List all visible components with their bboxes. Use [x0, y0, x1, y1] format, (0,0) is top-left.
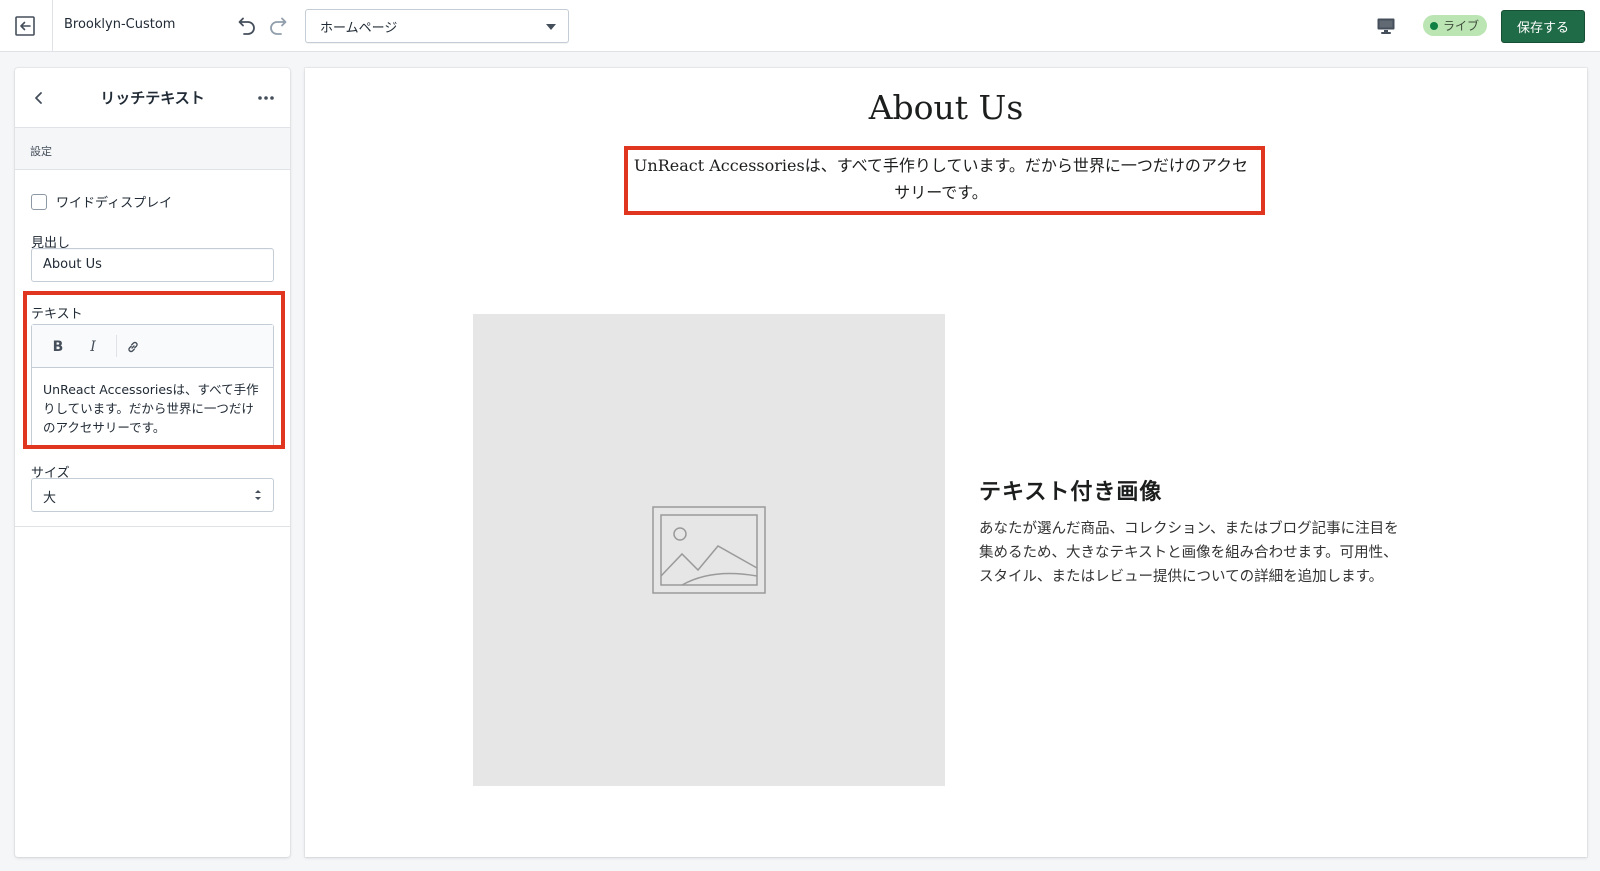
wide-display-label: ワイドディスプレイ [56, 196, 173, 211]
device-toggle-button[interactable] [1374, 14, 1398, 38]
more-actions-button[interactable] [254, 86, 278, 110]
settings-section-label: 設定 [15, 128, 290, 170]
bold-button[interactable]: B [46, 335, 70, 359]
undo-icon [238, 17, 255, 35]
image-with-text-title[interactable]: テキスト付き画像 [979, 474, 1162, 506]
redo-icon [270, 17, 287, 35]
chevron-down-icon [546, 24, 556, 30]
link-button[interactable] [121, 335, 145, 359]
page-select[interactable]: ホームページ [305, 9, 569, 43]
save-button[interactable]: 保存する [1501, 10, 1585, 43]
storefront-preview: About Us UnReact Accessoriesは、すべて手作りしていま… [305, 68, 1587, 857]
undo-button[interactable] [233, 13, 259, 39]
image-with-text-body[interactable]: あなたが選んだ商品、コレクション、またはブログ記事に注目を集めるため、大きなテキ… [979, 517, 1409, 589]
settings-form: ワイドディスプレイ 見出し About Us テキスト B I UnReact … [15, 170, 290, 530]
desktop-icon [1377, 18, 1395, 34]
page-select-value: ホームページ [320, 21, 398, 36]
select-arrows-icon [255, 490, 261, 500]
heading-input[interactable]: About Us [31, 248, 274, 282]
toolbar-divider [116, 335, 117, 357]
theme-name: Brooklyn-Custom [64, 17, 176, 32]
top-bar: Brooklyn-Custom ホームページ ライブ 保存する [0, 0, 1600, 52]
text-editor-content[interactable]: UnReact Accessoriesは、すべて手作りしています。だから世界に一… [32, 368, 273, 449]
rich-text-heading[interactable]: About Us [305, 88, 1587, 127]
redo-button[interactable] [266, 13, 292, 39]
link-icon [128, 341, 138, 353]
panel-title: リッチテキスト [100, 89, 205, 107]
more-horizontal-icon [258, 96, 274, 100]
live-dot-icon [1430, 21, 1438, 30]
image-placeholder[interactable] [473, 314, 945, 786]
wide-display-checkbox[interactable] [31, 193, 47, 210]
italic-button[interactable]: I [81, 335, 105, 359]
wide-display-checkbox-row[interactable]: ワイドディスプレイ [31, 192, 172, 211]
image-placeholder-icon [652, 506, 766, 594]
text-label: テキスト [31, 307, 83, 322]
text-editor: B I UnReact Accessoriesは、すべて手作りしています。だから… [31, 324, 274, 448]
exit-icon [15, 16, 35, 36]
live-status-badge: ライブ [1423, 15, 1488, 36]
size-select-value: 大 [43, 491, 57, 506]
rich-text-body[interactable]: UnReact Accessoriesは、すべて手作りしています。だから世界に一… [627, 152, 1255, 206]
text-editor-toolbar: B I [32, 325, 273, 368]
live-label: ライブ [1443, 19, 1480, 33]
panel-divider [15, 526, 290, 527]
exit-button[interactable] [0, 0, 53, 52]
panel-header: リッチテキスト [15, 68, 290, 128]
section-settings-panel: リッチテキスト 設定 ワイドディスプレイ 見出し About Us テキスト B… [15, 68, 290, 857]
size-select[interactable]: 大 [31, 478, 274, 512]
